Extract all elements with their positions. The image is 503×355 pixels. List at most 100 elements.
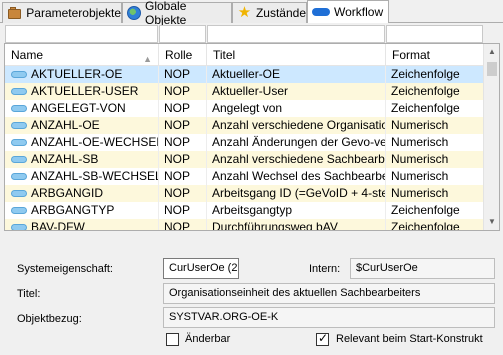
table-row[interactable]: ANZAHL-SB-WECHSEL NOP Anzahl Wechsel des S… <box>5 168 485 185</box>
objektbezug-field[interactable]: SYSTVAR.ORG-OE-K <box>163 307 495 328</box>
cell-rolle: NOP <box>159 100 207 117</box>
cell-name: ARBGANGID <box>5 185 159 202</box>
column-header-label: Titel <box>213 48 236 62</box>
workflow-object-icon <box>11 207 27 214</box>
tab-zustaende[interactable]: ★ Zustände <box>232 2 307 23</box>
relevant-checkbox[interactable] <box>316 331 329 346</box>
cell-rolle: NOP <box>159 83 207 100</box>
cell-format: Numerisch <box>386 151 485 168</box>
filter-rolle-input[interactable] <box>159 25 206 43</box>
scrollbar-thumb[interactable] <box>487 62 497 76</box>
workflow-object-icon <box>11 190 27 197</box>
titel-field[interactable]: Organisationseinheit des aktuellen Sachb… <box>163 283 495 304</box>
cell-titel: Anzahl Änderungen der Gevo-vera... <box>207 134 386 151</box>
grid-header: Name ▲ Rolle Titel Format <box>5 44 485 66</box>
table-row[interactable]: ARBGANGID NOP Arbeitsgang ID (=GeVoID + 4-… <box>5 185 485 202</box>
filter-name-input[interactable] <box>5 25 158 43</box>
table-row[interactable]: BAV-DFW NOP Durchführungsweg bAV Zeichenfol… <box>5 219 485 231</box>
table-row[interactable]: ANZAHL-SB NOP Anzahl verschiedene Sachbear… <box>5 151 485 168</box>
filter-titel-input[interactable] <box>207 25 385 43</box>
cell-titel: Arbeitsgang ID (=GeVoID + 4-stelli... <box>207 185 386 202</box>
tab-workflow[interactable]: Workflow <box>307 0 389 23</box>
cell-format: Zeichenfolge <box>386 202 485 219</box>
column-header-titel[interactable]: Titel <box>207 44 386 66</box>
vertical-scrollbar[interactable]: ▲ ▼ <box>483 44 499 230</box>
cell-format: Zeichenfolge <box>386 100 485 117</box>
cell-text: BAV-DFW <box>31 220 85 231</box>
workflow-object-icon <box>11 224 27 230</box>
workflow-object-icon <box>11 156 27 163</box>
cell-name: ANZAHL-OE-WECHSEL <box>5 134 159 151</box>
table-row[interactable]: AKTUELLER-USER NOP Aktueller-User Zeichenfo… <box>5 83 485 100</box>
cell-rolle: NOP <box>159 151 207 168</box>
scroll-up-icon[interactable]: ▲ <box>484 44 499 60</box>
folder-icon <box>7 6 22 20</box>
cell-rolle: NOP <box>159 185 207 202</box>
cell-rolle: NOP <box>159 134 207 151</box>
cell-titel: Arbeitsgangtyp <box>207 202 386 219</box>
cell-format: Numerisch <box>386 168 485 185</box>
tab-parameterobjekte[interactable]: Parameterobjekte <box>2 2 122 23</box>
filter-format-input[interactable] <box>386 25 483 43</box>
cell-text: AKTUELLER-OE <box>31 67 123 81</box>
table-row[interactable]: ANZAHL-OE NOP Anzahl verschiedene Organisa… <box>5 117 485 134</box>
cell-titel: Anzahl verschiedene Sachbearbei... <box>207 151 386 168</box>
cell-text: ARBGANGID <box>31 186 104 200</box>
cell-text: ARBGANGTYP <box>31 203 115 217</box>
tab-label: Globale Objekte <box>145 0 187 27</box>
systemeigenschaft-label: Systemeigenschaft: <box>17 263 113 275</box>
column-header-rolle[interactable]: Rolle <box>159 44 207 66</box>
table-row[interactable]: ARBGANGTYP NOP Arbeitsgangtyp Zeichenfolge <box>5 202 485 219</box>
cell-rolle: NOP <box>159 117 207 134</box>
cell-name: BAV-DFW <box>5 219 159 231</box>
systemeigenschaft-field[interactable]: CurUserOe (28 <box>163 258 239 279</box>
table-row[interactable]: AKTUELLER-OE NOP Aktueller-OE Zeichenfolge <box>5 66 485 83</box>
table-row[interactable]: ANZAHL-OE-WECHSEL NOP Anzahl Änderungen de… <box>5 134 485 151</box>
star-icon: ★ <box>237 4 252 21</box>
cell-text: ANGELEGT-VON <box>31 101 126 115</box>
intern-label: Intern: <box>309 263 341 275</box>
scroll-down-icon[interactable]: ▼ <box>484 214 499 230</box>
cell-titel: Anzahl Wechsel des Sachbearbeiter <box>207 168 386 185</box>
workflow-object-icon <box>11 105 27 112</box>
cell-text: ANZAHL-OE-WECHSEL <box>31 135 159 149</box>
column-header-label: Rolle <box>165 48 193 62</box>
cell-format: Zeichenfolge <box>386 83 485 100</box>
cell-rolle: NOP <box>159 66 207 83</box>
cell-titel: Angelegt von <box>207 100 386 117</box>
cell-format: Numerisch <box>386 134 485 151</box>
cell-titel: Aktueller-OE <box>207 66 386 83</box>
cell-name: ANZAHL-SB <box>5 151 159 168</box>
cell-name: ARBGANGTYP <box>5 202 159 219</box>
cell-name: ANZAHL-OE <box>5 117 159 134</box>
cell-format: Zeichenfolge <box>386 219 485 230</box>
titel-label: Titel: <box>17 288 41 300</box>
workflow-icon <box>312 8 330 16</box>
tab-label: Parameterobjekte <box>26 6 121 20</box>
cell-text: ANZAHL-SB <box>31 152 99 166</box>
aenderbar-checkbox[interactable] <box>166 333 179 346</box>
relevant-label: Relevant beim Start-Konstrukt <box>336 333 483 345</box>
objects-grid[interactable]: Name ▲ Rolle Titel Format AKTUELLER-OE NO… <box>4 43 500 231</box>
cell-rolle: NOP <box>159 202 207 219</box>
tab-globale-objekte[interactable]: Globale Objekte <box>122 0 232 27</box>
cell-format: Numerisch <box>386 117 485 134</box>
intern-field[interactable]: $CurUserOe <box>350 258 495 279</box>
tab-label: Workflow <box>334 5 384 19</box>
cell-titel: Durchführungsweg bAV <box>207 219 386 230</box>
workflow-object-icon <box>11 122 27 129</box>
workflow-object-icon <box>11 139 27 146</box>
column-header-label: Name <box>11 48 44 62</box>
cell-titel: Anzahl verschiedene Organisation... <box>207 117 386 134</box>
cell-rolle: NOP <box>159 219 207 230</box>
cell-name: AKTUELLER-OE <box>5 66 159 83</box>
cell-text: AKTUELLER-USER <box>31 84 139 98</box>
column-header-format[interactable]: Format <box>386 44 485 66</box>
table-row[interactable]: ANGELEGT-VON NOP Angelegt von Zeichenfolge <box>5 100 485 117</box>
cell-text: ANZAHL-OE <box>31 118 100 132</box>
column-header-name[interactable]: Name ▲ <box>5 44 159 66</box>
column-header-label: Format <box>392 48 431 62</box>
cell-text: ANZAHL-SB-WECHSEL <box>31 169 159 183</box>
cell-name: AKTUELLER-USER <box>5 83 159 100</box>
workflow-object-icon <box>11 71 27 78</box>
